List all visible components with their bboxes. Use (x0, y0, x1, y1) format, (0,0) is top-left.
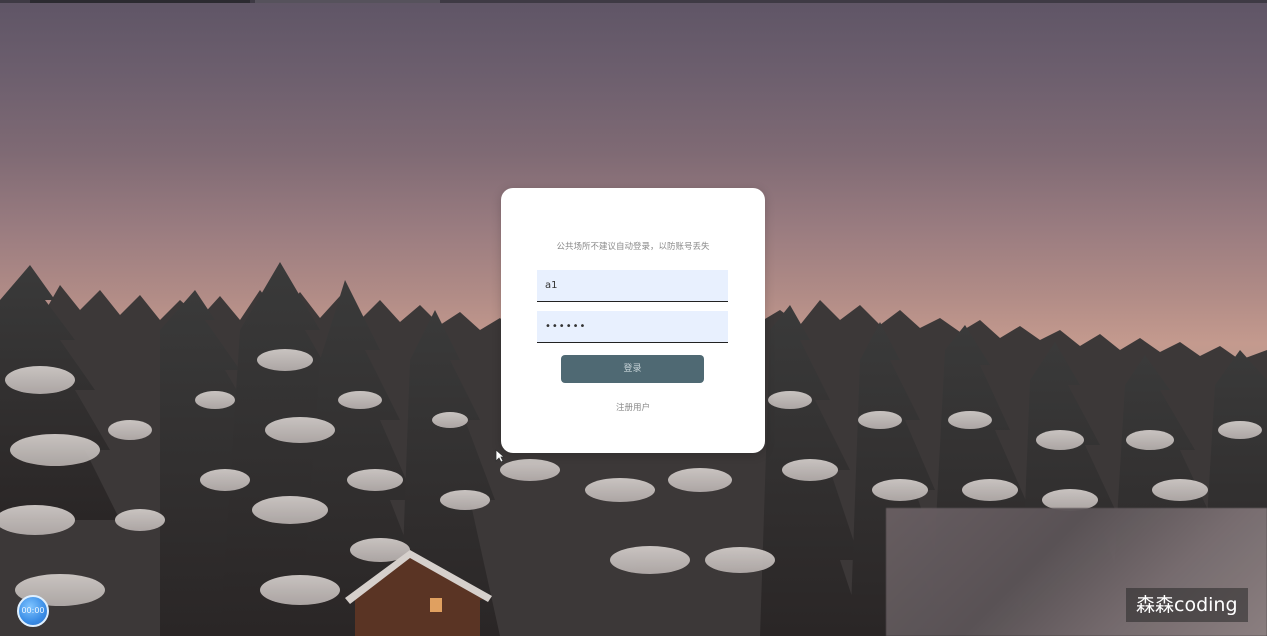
timer-badge[interactable]: 00:00 (17, 595, 49, 627)
login-page: 公共场所不建议自动登录，以防账号丢失 a1 •••••• 登录 注册用户 00:… (0, 0, 1267, 636)
login-button[interactable]: 登录 (561, 355, 704, 383)
mouse-cursor-icon (495, 449, 505, 463)
password-input[interactable]: •••••• (537, 311, 728, 343)
register-link[interactable]: 注册用户 (501, 401, 765, 413)
watermark: 森森coding (1126, 588, 1248, 622)
username-input[interactable]: a1 (537, 270, 728, 302)
login-card: 公共场所不建议自动登录，以防账号丢失 a1 •••••• 登录 注册用户 (501, 188, 765, 453)
auto-login-notice: 公共场所不建议自动登录，以防账号丢失 (556, 242, 710, 252)
